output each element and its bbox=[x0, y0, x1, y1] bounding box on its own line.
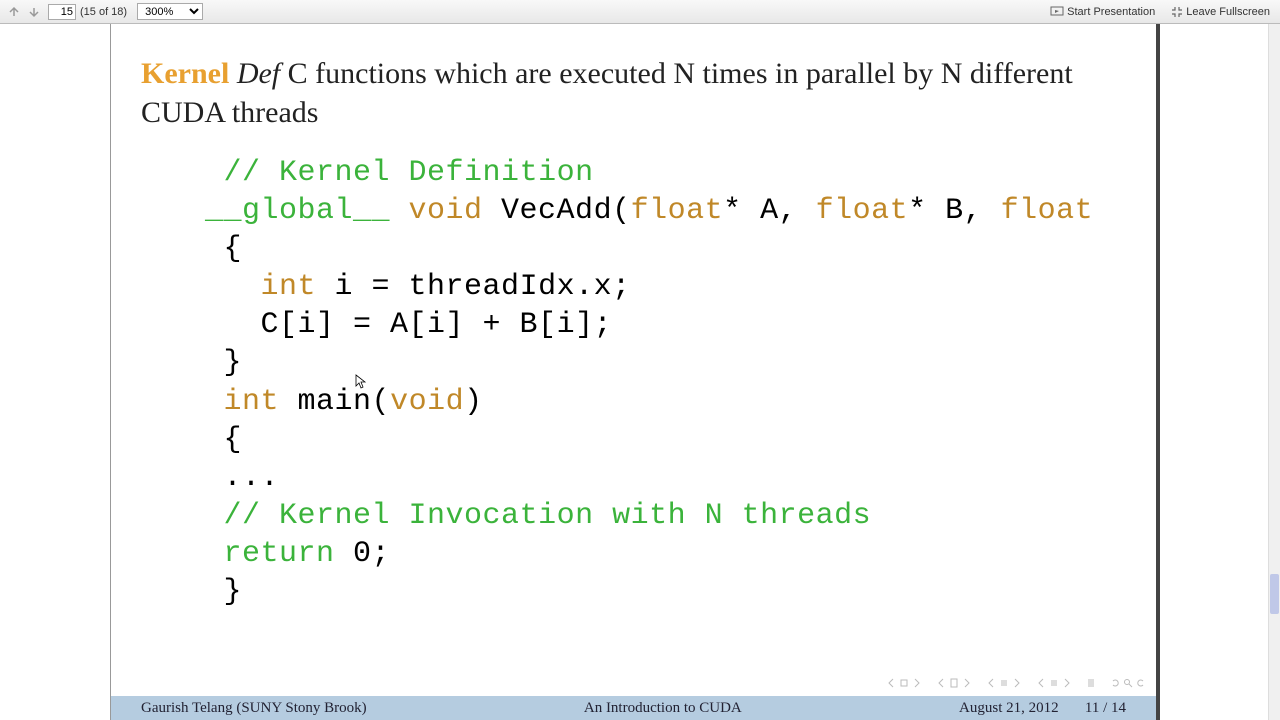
nav-first-icon[interactable] bbox=[886, 678, 896, 688]
nav-back-icon[interactable] bbox=[986, 678, 996, 688]
next-page-arrow[interactable] bbox=[26, 4, 42, 20]
def-body: C functions which are executed N times i… bbox=[141, 57, 1073, 129]
leave-fullscreen-label: Leave Fullscreen bbox=[1186, 6, 1270, 18]
nav-lines2-icon[interactable] bbox=[1049, 678, 1059, 688]
nav-page-icon[interactable] bbox=[949, 678, 959, 688]
slide: Kernel Def C functions which are execute… bbox=[110, 24, 1160, 720]
nav-redo-icon[interactable] bbox=[1136, 678, 1146, 688]
definition-text: Kernel Def C functions which are execute… bbox=[141, 54, 1126, 132]
prev-page-arrow[interactable] bbox=[6, 4, 22, 20]
footer-date: August 21, 2012 bbox=[959, 700, 1059, 716]
nav-last-icon[interactable] bbox=[912, 678, 922, 688]
nav-rect-icon[interactable] bbox=[899, 678, 909, 688]
toolbar: (15 of 18) 300% Start Presentation Leave… bbox=[0, 0, 1280, 24]
nav-menu-icon[interactable] bbox=[1086, 678, 1096, 688]
nav-next-icon[interactable] bbox=[962, 678, 972, 688]
leave-fullscreen-button[interactable]: Leave Fullscreen bbox=[1165, 2, 1276, 22]
footer-author: Gaurish Telang (SUNY Stony Brook) bbox=[141, 700, 367, 717]
def-term: Def bbox=[237, 57, 280, 90]
nav-back2-icon[interactable] bbox=[1036, 678, 1046, 688]
nav-fwd-icon[interactable] bbox=[1012, 678, 1022, 688]
scrollbar-thumb[interactable] bbox=[1270, 574, 1279, 614]
nav-prev-icon[interactable] bbox=[936, 678, 946, 688]
code-block: // Kernel Definition __global__ void Vec… bbox=[205, 154, 1126, 611]
footer-page: 11 / 14 bbox=[1085, 700, 1126, 716]
nav-undo-icon[interactable] bbox=[1110, 678, 1120, 688]
vertical-scrollbar[interactable] bbox=[1268, 24, 1280, 720]
presentation-icon bbox=[1050, 6, 1064, 18]
document-viewer: Kernel Def C functions which are execute… bbox=[0, 24, 1280, 720]
zoom-select[interactable]: 300% bbox=[137, 3, 203, 20]
start-presentation-label: Start Presentation bbox=[1067, 6, 1155, 18]
footer-title: An Introduction to CUDA bbox=[367, 700, 959, 717]
slide-footer: Gaurish Telang (SUNY Stony Brook) An Int… bbox=[111, 696, 1156, 720]
nav-lines-icon[interactable] bbox=[999, 678, 1009, 688]
fullscreen-exit-icon bbox=[1171, 6, 1183, 18]
slide-nav-icons bbox=[886, 678, 1146, 694]
page-total-label: (15 of 18) bbox=[80, 6, 127, 18]
start-presentation-button[interactable]: Start Presentation bbox=[1044, 2, 1161, 22]
nav-search-icon[interactable] bbox=[1123, 678, 1133, 688]
page-number-input[interactable] bbox=[48, 4, 76, 20]
kernel-term: Kernel bbox=[141, 57, 229, 90]
nav-fwd2-icon[interactable] bbox=[1062, 678, 1072, 688]
